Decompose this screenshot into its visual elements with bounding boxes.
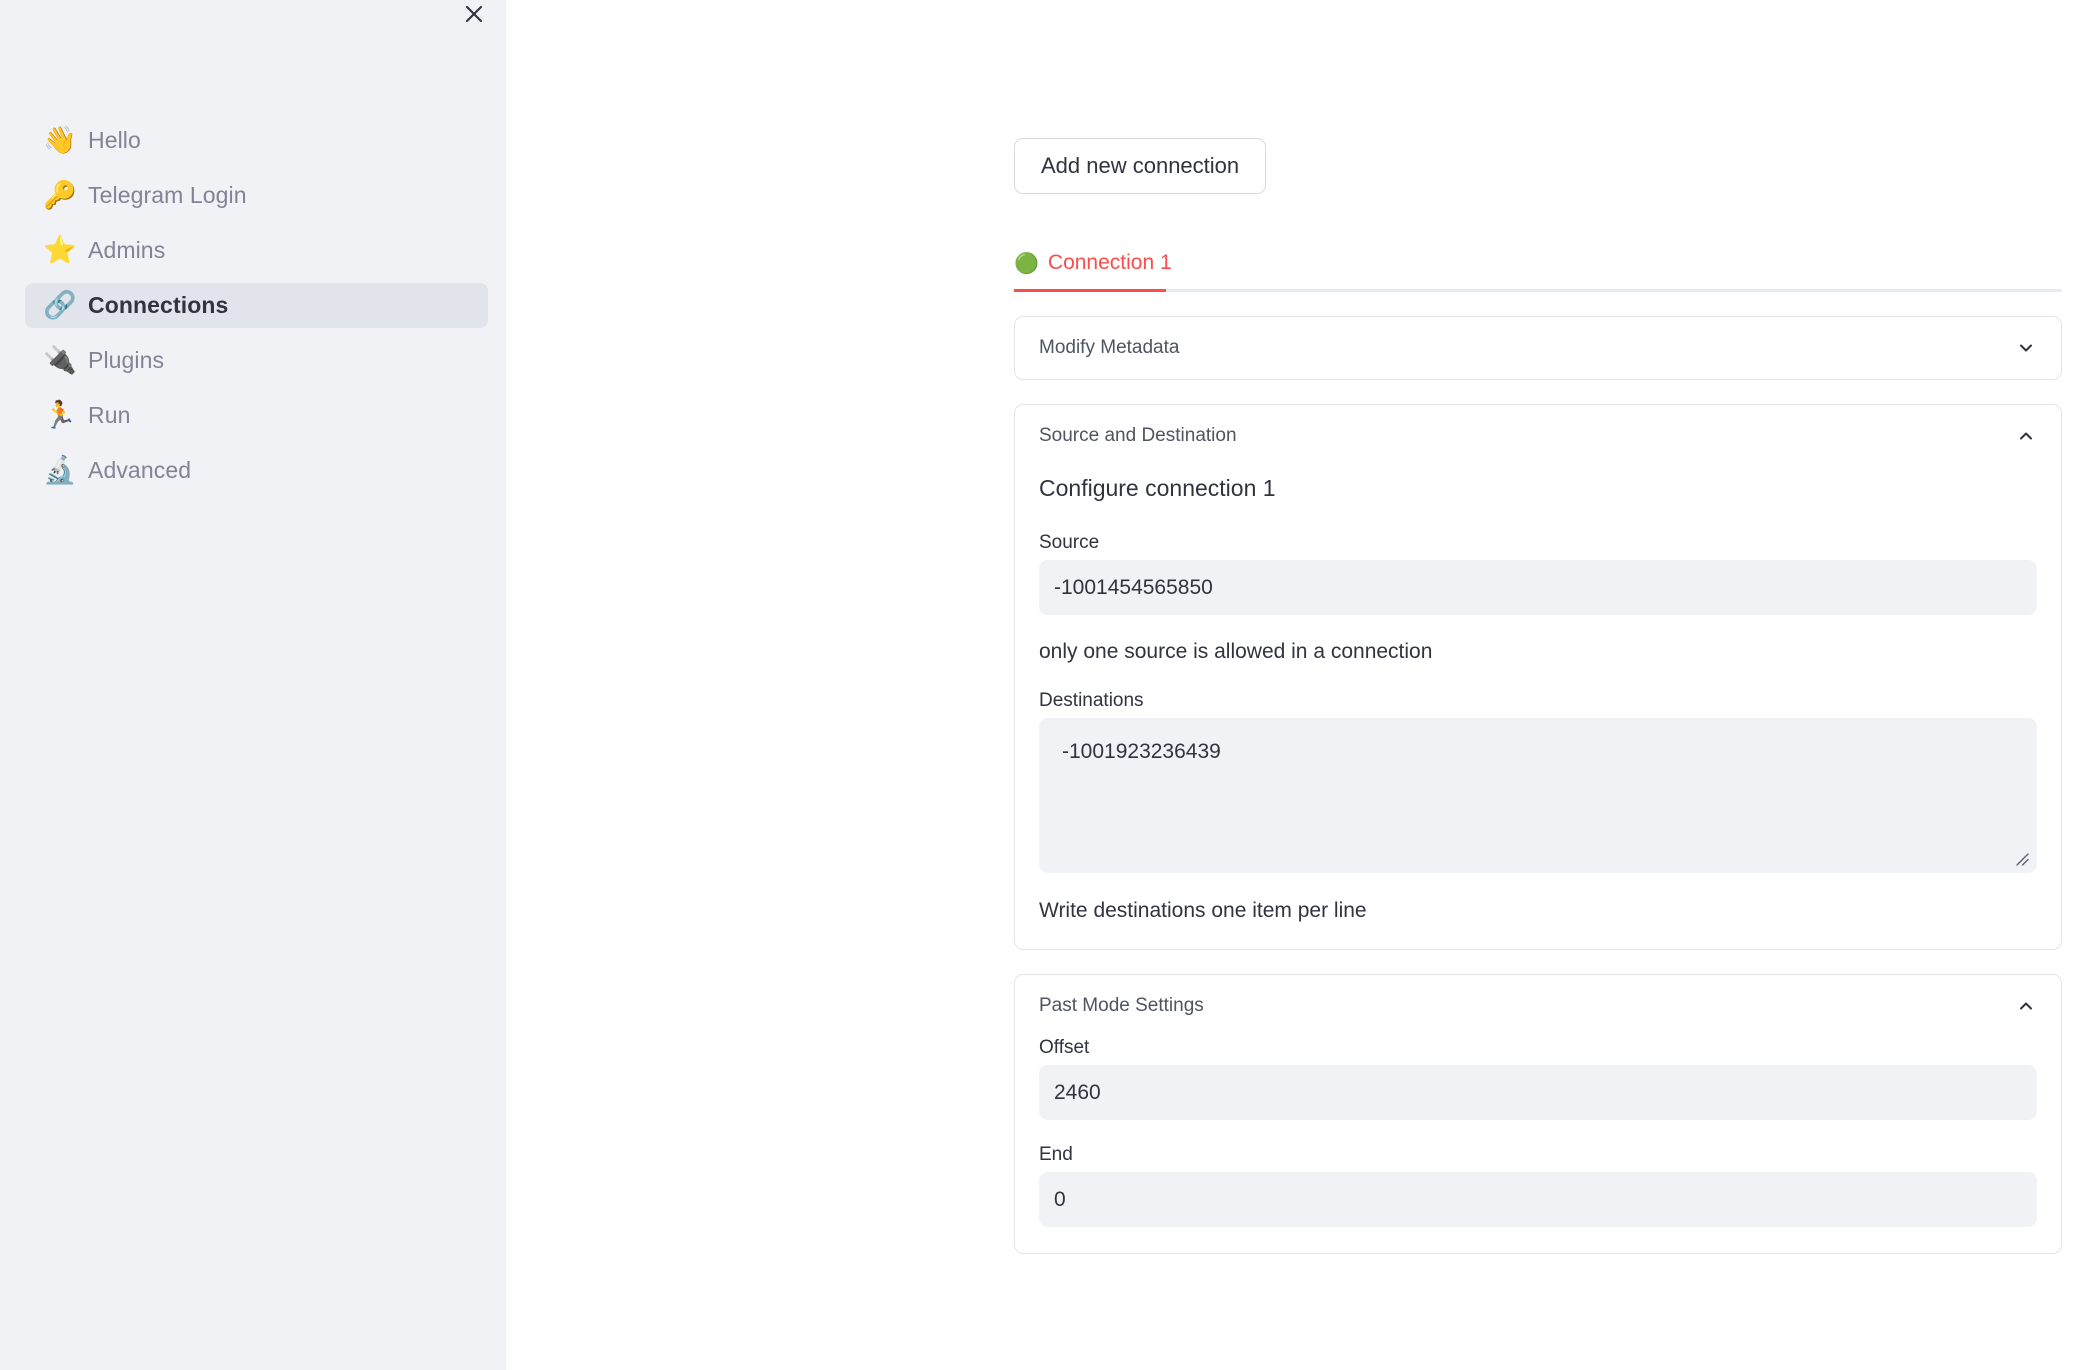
panel-modify-metadata: Modify Metadata — [1014, 316, 2062, 380]
sidebar-item-label: Hello — [88, 127, 141, 153]
sidebar: 👋 Hello 🔑 Telegram Login ⭐ Admins 🔗 Conn… — [0, 0, 506, 1370]
plug-icon: 🔌 — [43, 345, 77, 376]
tab-connection-1[interactable]: 🟢 Connection 1 — [1014, 236, 1176, 289]
active-tab-indicator — [1014, 289, 1166, 292]
content-column: Add new connection 🟢 Connection 1 Modify… — [1014, 0, 2062, 1254]
panel-past-mode-settings: Past Mode Settings Offset 2460 End 0 — [1014, 974, 2062, 1254]
sidebar-item-run[interactable]: 🏃 Run — [25, 393, 488, 438]
key-icon: 🔑 — [43, 180, 77, 211]
sidebar-item-advanced[interactable]: 🔬 Advanced — [25, 448, 488, 493]
add-new-connection-button[interactable]: Add new connection — [1014, 138, 1267, 194]
source-input[interactable]: -1001454565850 — [1039, 560, 2037, 615]
panel-source-destination: Source and Destination Configure connect… — [1014, 404, 2062, 950]
star-icon: ⭐ — [43, 235, 77, 266]
offset-input[interactable]: 2460 — [1039, 1065, 2037, 1120]
sidebar-item-label: Advanced — [88, 457, 192, 483]
tab-label: Connection 1 — [1047, 250, 1172, 274]
runner-icon: 🏃 — [43, 400, 77, 431]
sidebar-item-label: Telegram Login — [88, 182, 247, 208]
panel-title: Past Mode Settings — [1039, 995, 1204, 1016]
sidebar-item-label: Admins — [88, 237, 166, 263]
panel-title: Modify Metadata — [1039, 337, 1180, 358]
app-root: 👋 Hello 🔑 Telegram Login ⭐ Admins 🔗 Conn… — [0, 0, 2092, 1370]
chevron-up-icon[interactable] — [2015, 425, 2037, 447]
destinations-textarea[interactable]: -1001923236439 — [1039, 718, 2037, 873]
link-icon: 🔗 — [43, 290, 77, 321]
panel-past-mode-settings-body: Offset 2460 End 0 — [1015, 1037, 2061, 1253]
microscope-icon: 🔬 — [43, 455, 77, 486]
offset-label: Offset — [1039, 1037, 1090, 1058]
panel-past-mode-settings-header[interactable]: Past Mode Settings — [1015, 975, 2061, 1037]
panel-source-destination-header[interactable]: Source and Destination — [1015, 405, 2061, 467]
end-input[interactable]: 0 — [1039, 1172, 2037, 1227]
sidebar-nav: 👋 Hello 🔑 Telegram Login ⭐ Admins 🔗 Conn… — [25, 118, 488, 503]
panel-title: Source and Destination — [1039, 425, 1237, 446]
end-label: End — [1039, 1144, 1073, 1165]
chevron-down-icon[interactable] — [2015, 337, 2037, 359]
chevron-up-icon[interactable] — [2015, 995, 2037, 1017]
sidebar-item-label: Plugins — [88, 347, 165, 373]
destinations-textarea-wrap: -1001923236439 — [1039, 718, 2037, 873]
waving-hand-icon: 👋 — [43, 125, 77, 156]
panel-modify-metadata-header[interactable]: Modify Metadata — [1015, 317, 2061, 379]
source-helper-text: only one source is allowed in a connecti… — [1039, 640, 1433, 663]
close-sidebar-button[interactable] — [455, 0, 493, 33]
panel-source-destination-body: Configure connection 1 Source -100145456… — [1015, 475, 2061, 949]
close-icon — [462, 2, 486, 26]
sidebar-item-connections[interactable]: 🔗 Connections — [25, 283, 488, 328]
destinations-label: Destinations — [1039, 690, 1144, 711]
connection-tabs: 🟢 Connection 1 — [1014, 236, 2062, 292]
main-content: Add new connection 🟢 Connection 1 Modify… — [506, 0, 2092, 1370]
sidebar-item-label: Run — [88, 402, 131, 428]
sidebar-item-admins[interactable]: ⭐ Admins — [25, 228, 488, 273]
sidebar-item-hello[interactable]: 👋 Hello — [25, 118, 488, 163]
sidebar-item-telegram-login[interactable]: 🔑 Telegram Login — [25, 173, 488, 218]
sidebar-item-label: Connections — [88, 292, 229, 318]
destinations-helper-text: Write destinations one item per line — [1039, 899, 1367, 922]
source-label: Source — [1039, 532, 1100, 553]
status-green-circle-icon: 🟢 — [1014, 250, 1039, 275]
configure-connection-title: Configure connection 1 — [1039, 475, 1276, 501]
sidebar-item-plugins[interactable]: 🔌 Plugins — [25, 338, 488, 383]
